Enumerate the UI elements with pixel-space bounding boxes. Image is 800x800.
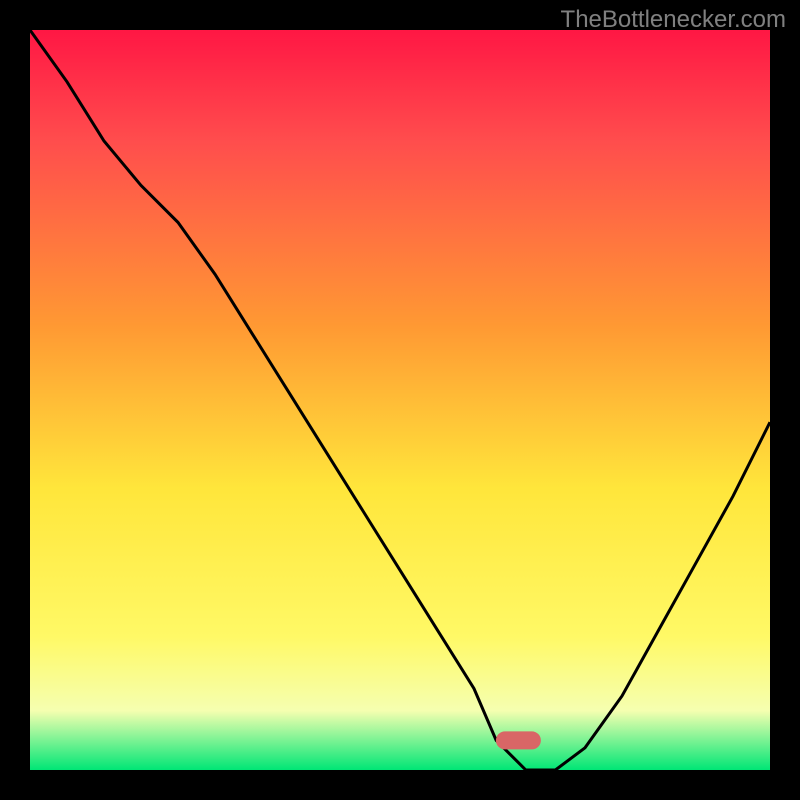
chart-svg — [30, 30, 770, 770]
optimal-marker — [496, 731, 541, 749]
chart-container — [30, 30, 770, 770]
gradient-background — [30, 30, 770, 770]
watermark-text: TheBottlenecker.com — [561, 6, 786, 34]
